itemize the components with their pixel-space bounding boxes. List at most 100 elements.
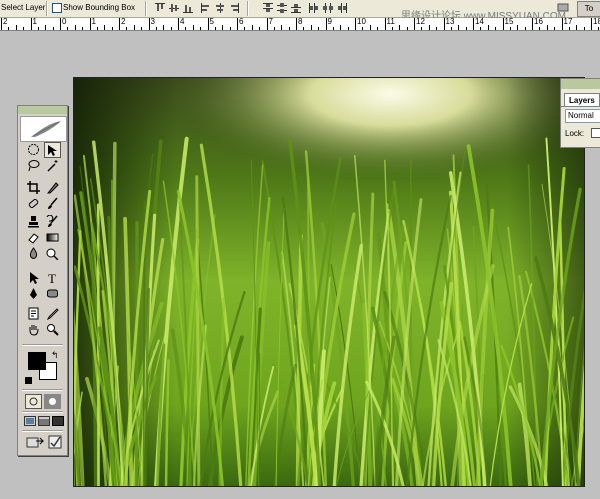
history-brush-icon[interactable] — [44, 214, 60, 229]
top-right-button[interactable]: To — [577, 1, 600, 17]
ruler-minor-tick — [45, 25, 47, 30]
ruler-minor-tick — [67, 27, 69, 30]
ruler-minor-tick — [576, 25, 578, 30]
ruler-minor-tick — [554, 27, 556, 30]
align-bottom-icon[interactable] — [182, 2, 194, 14]
standard-screen-mode-icon[interactable] — [24, 416, 36, 428]
ruler-label: 7 — [268, 17, 273, 26]
toolbox-separator — [22, 430, 63, 432]
shape-icon[interactable] — [44, 286, 60, 301]
eyedropper-icon[interactable] — [44, 306, 60, 321]
standard-mode-icon[interactable] — [25, 394, 42, 409]
marquee-icon[interactable] — [25, 142, 41, 157]
ruler-label: 8 — [298, 17, 303, 26]
align-right-icon[interactable] — [228, 2, 240, 14]
ruler-major-tick — [591, 18, 592, 30]
ruler-minor-tick — [111, 27, 113, 30]
align-hcenter-icon[interactable] — [214, 2, 226, 14]
ruler-minor-tick — [8, 27, 10, 30]
select-layer-label[interactable]: Select Layer — [1, 3, 45, 12]
distribute-top-icon[interactable] — [262, 2, 274, 14]
ruler-minor-tick — [495, 27, 497, 30]
ruler-minor-tick — [288, 27, 290, 30]
ruler-minor-tick — [15, 25, 17, 30]
distribute-bottom-icon[interactable] — [290, 2, 302, 14]
ruler-label: 6 — [239, 17, 244, 26]
swap-colors-icon[interactable]: ↰ — [51, 350, 59, 361]
layers-palette-title-bar[interactable] — [561, 79, 600, 89]
align-top-icon[interactable] — [154, 2, 166, 14]
ruler-label: 15 — [504, 17, 514, 26]
ruler-minor-tick — [74, 25, 76, 30]
show-bounding-box-label[interactable]: Show Bounding Box — [63, 3, 135, 12]
zoom-icon[interactable] — [44, 322, 60, 337]
type-icon[interactable]: T — [44, 270, 60, 285]
crop-icon[interactable] — [25, 180, 41, 195]
jump-to-imageready-icon[interactable] — [26, 435, 45, 451]
default-colors-icon[interactable] — [25, 377, 32, 384]
ruler-minor-tick — [310, 25, 312, 30]
ruler-major-tick — [325, 18, 327, 30]
ruler-minor-tick — [37, 27, 39, 30]
blur-icon[interactable] — [25, 246, 41, 261]
ruler-minor-tick — [163, 25, 165, 30]
show-bounding-box-checkbox[interactable] — [52, 3, 62, 13]
dodge-icon[interactable] — [44, 246, 60, 261]
ruler-major-tick — [414, 18, 415, 30]
canvas-image[interactable] — [73, 77, 585, 487]
gradient-icon[interactable] — [44, 230, 60, 245]
distribute-right-icon[interactable] — [336, 2, 348, 14]
ruler-major-tick — [148, 18, 150, 30]
align-left-icon[interactable] — [200, 2, 212, 14]
lock-transparency-checkbox[interactable] — [591, 128, 600, 138]
ruler-minor-tick — [23, 27, 25, 30]
full-screen-menu-mode-icon[interactable] — [38, 416, 50, 428]
eraser-icon[interactable] — [25, 230, 41, 245]
healing-brush-icon[interactable] — [25, 196, 41, 211]
ruler-minor-tick — [244, 27, 246, 30]
distribute-hcenter-icon[interactable] — [322, 2, 334, 14]
distribute-vcenter-icon[interactable] — [276, 2, 288, 14]
tools-palette: T ↰ — [17, 105, 68, 456]
hand-icon[interactable] — [25, 322, 41, 337]
toolbox-separator — [22, 411, 63, 413]
toolbox-separator — [22, 344, 63, 346]
options-bar: Select Layer Show Bounding Box To 思缘设计论坛… — [0, 0, 600, 22]
ruler-minor-tick — [155, 27, 157, 30]
ruler-minor-tick — [362, 27, 364, 30]
ruler-minor-tick — [539, 27, 541, 30]
svg-text:T: T — [48, 271, 56, 284]
slice-icon[interactable] — [44, 180, 60, 195]
notes-icon[interactable] — [25, 306, 41, 321]
edit-in-imageready-icon[interactable] — [48, 435, 62, 451]
photoshop-feather-logo[interactable] — [20, 116, 67, 142]
ruler-minor-tick — [52, 27, 54, 30]
ruler-minor-tick — [406, 27, 408, 30]
lasso-icon[interactable] — [25, 158, 41, 173]
layers-tab[interactable]: Layers — [564, 93, 600, 107]
quick-mask-mode-icon[interactable] — [44, 394, 61, 409]
ruler-minor-tick — [96, 27, 98, 30]
foreground-color-swatch-front[interactable] — [28, 352, 46, 370]
horizontal-ruler: 2 1 0 1 2 3 4 5 6 7 8 9 10 11 12 13 14 15 16 17 18 — [0, 18, 600, 31]
clone-stamp-icon[interactable] — [25, 214, 41, 229]
magic-wand-icon[interactable] — [44, 158, 60, 173]
grass-blade — [195, 175, 201, 486]
ruler-minor-tick — [340, 25, 342, 30]
pen-icon[interactable] — [25, 286, 41, 301]
full-screen-mode-icon[interactable] — [52, 416, 64, 428]
move-icon[interactable] — [44, 142, 61, 158]
blend-mode-select[interactable]: Normal — [565, 109, 600, 123]
ruler-minor-tick — [82, 27, 84, 30]
ruler-major-tick — [296, 18, 297, 30]
toolbox-title-bar[interactable] — [18, 106, 67, 114]
ruler-label: 5 — [209, 17, 214, 26]
ruler-major-tick — [266, 18, 268, 30]
path-select-icon[interactable] — [25, 270, 41, 285]
ruler-minor-tick — [421, 27, 423, 30]
align-vcenter-icon[interactable] — [168, 2, 180, 14]
ruler-minor-tick — [133, 25, 135, 30]
brush-icon[interactable] — [44, 196, 60, 211]
distribute-left-icon[interactable] — [308, 2, 320, 14]
ruler-major-tick — [532, 18, 533, 30]
